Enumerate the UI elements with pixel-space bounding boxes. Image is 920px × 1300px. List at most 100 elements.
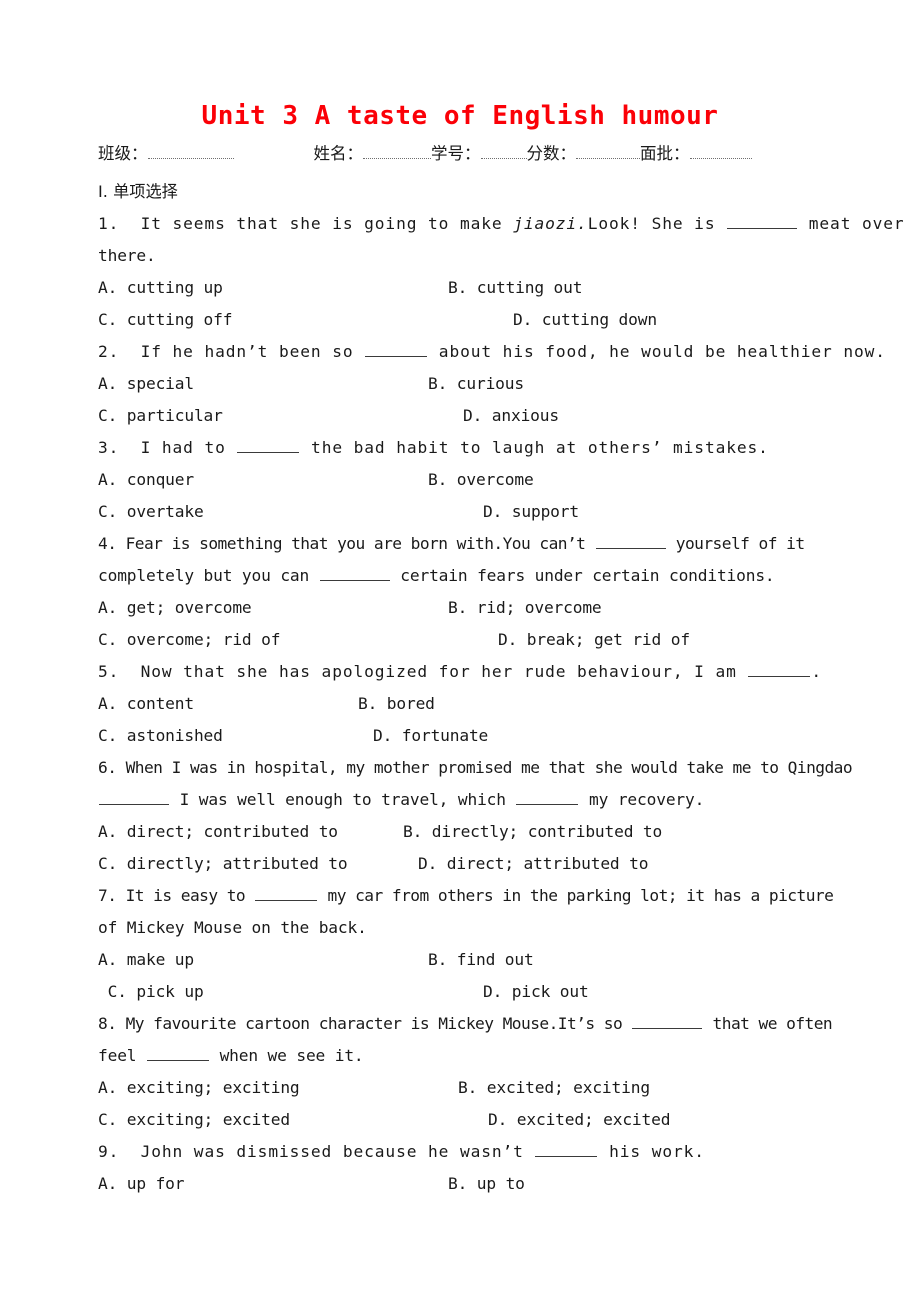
q8-option-b[interactable]: B. excited; exciting [458,1078,650,1097]
q3-option-b[interactable]: B. overcome [428,470,534,489]
q2-stem-pre: 2. If he hadn’t been so [98,342,365,361]
question-6-stem-line-1: 6. When I was in hospital, my mother pro… [98,758,853,777]
student-number-field-blank[interactable] [480,143,527,159]
student-number-field-label: 学号： [431,144,481,163]
class-field-blank[interactable] [147,143,234,159]
q8-answer-blank-1[interactable] [632,1015,703,1029]
q1-stem-part-1: 1. It seems that she is going to make [98,214,514,233]
q6-stem-l2-post: my recovery. [579,790,705,809]
question-7-options-ab: A. make up B. find out [98,944,888,976]
q3-stem-pre: 3. I had to [98,438,237,457]
score-field-label: 分数： [526,144,577,163]
q5-answer-blank[interactable] [748,663,811,677]
q4-answer-blank-1[interactable] [595,535,666,549]
question-5-options-ab: A. content B. bored [98,688,888,720]
q2-answer-blank[interactable] [365,343,428,357]
q5-stem-pre: 5. Now that she has apologized for her r… [98,662,748,681]
question-1-stem-line-2: there. [98,246,156,265]
q4-stem-l2-pre: completely but you can [98,566,319,585]
q5-option-d[interactable]: D. fortunate [373,726,488,745]
q5-option-b[interactable]: B. bored [358,694,435,713]
question-6-stem-line-2: I was well enough to travel, which my re… [98,784,888,816]
name-field-label: 姓名： [313,144,364,163]
q7-answer-blank[interactable] [255,887,318,901]
section-heading: Ⅰ. 单项选择 [98,182,178,201]
name-field[interactable]: 姓名： [313,139,431,169]
question-7-stem-line-1: 7. It is easy to my car from others in t… [98,880,888,912]
question-4-stem-line-2: completely but you can certain fears und… [98,560,888,592]
face-review-field-blank[interactable] [689,143,752,159]
q3-option-d[interactable]: D. support [483,502,579,521]
q4-stem-l1-post: yourself of it [666,534,805,553]
q9-answer-blank[interactable] [535,1143,598,1157]
q2-option-d[interactable]: D. anxious [463,406,559,425]
q7-option-a[interactable]: A. make up [98,944,428,976]
q5-option-a[interactable]: A. content [98,688,358,720]
q3-answer-blank[interactable] [237,439,300,453]
q5-stem-post: . [811,662,823,681]
q3-stem-post: the bad habit to laugh at others’ mistak… [300,438,769,457]
class-field[interactable]: 班级： [98,139,234,169]
q6-stem-l2-mid: I was well enough to travel, which [170,790,516,809]
q9-stem-pre: 9. John was dismissed because he wasn’t [98,1142,535,1161]
q9-stem-post: his work. [598,1142,705,1161]
q3-option-c[interactable]: C. overtake [98,496,483,528]
q9-option-a[interactable]: A. up for [98,1168,448,1200]
score-field[interactable]: 分数： [526,139,640,169]
q4-option-a[interactable]: A. get; overcome [98,592,448,624]
q4-option-d[interactable]: D. break; get rid of [498,630,690,649]
worksheet-body: Ⅰ. 单项选择 1. It seems that she is going to… [98,176,904,1200]
q8-stem-l1-pre: 8. My favourite cartoon character is Mic… [98,1014,632,1033]
q6-answer-blank-2[interactable] [516,791,579,805]
question-1-options-cd: C. cutting off D. cutting down [98,304,888,336]
q4-option-b[interactable]: B. rid; overcome [448,598,602,617]
q1-answer-blank[interactable] [727,215,798,229]
q2-option-b[interactable]: B. curious [428,374,524,393]
q5-option-c[interactable]: C. astonished [98,720,373,752]
q4-answer-blank-2[interactable] [319,567,390,581]
face-review-field-label: 面批： [640,144,690,163]
q4-stem-l2-post: certain fears under certain conditions. [390,566,775,585]
question-7-options-cd: C. pick up D. pick out [98,976,888,1008]
q8-option-a[interactable]: A. exciting; exciting [98,1072,458,1104]
q2-option-a[interactable]: A. special [98,368,428,400]
q7-option-b[interactable]: B. find out [428,950,534,969]
q9-option-b[interactable]: B. up to [448,1174,525,1193]
question-8-stem-line-1: 8. My favourite cartoon character is Mic… [98,1008,888,1040]
question-7-stem-line-2: of Mickey Mouse on the back. [98,918,367,937]
score-field-blank[interactable] [576,143,640,159]
question-1-options-ab: A. cutting up B. cutting out [98,272,888,304]
q1-option-c[interactable]: C. cutting off [98,304,513,336]
q1-option-b[interactable]: B. cutting out [448,278,582,297]
q8-answer-blank-2[interactable] [146,1047,209,1061]
q2-option-c[interactable]: C. particular [98,400,463,432]
worksheet-page: Unit 3 A taste of English humour 班级： 姓名： 学… [0,0,920,1300]
question-6-options-ab: A. direct; contributed to B. directly; co… [98,816,888,848]
student-info-line: 班级： 姓名： 学号： 分数： 面批： [98,139,860,169]
q7-stem-l1-post: my car from others in the parking lot; i… [318,886,834,905]
q1-option-d[interactable]: D. cutting down [513,310,657,329]
q8-option-c[interactable]: C. exciting; excited [98,1104,488,1136]
q6-answer-blank-1[interactable] [99,791,169,805]
q1-stem-part-2: Look! She is [587,214,727,233]
q1-option-a[interactable]: A. cutting up [98,272,448,304]
student-number-field[interactable]: 学号： [431,139,527,169]
question-2-stem: 2. If he hadn’t been so about his food, … [98,336,888,368]
q7-option-c[interactable]: C. pick up [98,976,483,1008]
question-4-options-cd: C. overcome; rid of D. break; get rid of [98,624,888,656]
question-3-options-ab: A. conquer B. overcome [98,464,888,496]
q6-option-b[interactable]: B. directly; contributed to [403,822,662,841]
q8-option-d[interactable]: D. excited; excited [488,1110,670,1129]
question-4-stem-line-1: 4. Fear is something that you are born w… [98,528,888,560]
q6-option-d[interactable]: D. direct; attributed to [418,854,648,873]
name-field-blank[interactable] [363,143,431,159]
q3-option-a[interactable]: A. conquer [98,464,428,496]
q6-option-c[interactable]: C. directly; attributed to [98,848,418,880]
question-5-stem: 5. Now that she has apologized for her r… [98,656,888,688]
q6-option-a[interactable]: A. direct; contributed to [98,816,403,848]
q4-option-c[interactable]: C. overcome; rid of [98,624,498,656]
face-review-field[interactable]: 面批： [640,139,752,169]
q7-option-d[interactable]: D. pick out [483,982,589,1001]
question-8-options-ab: A. exciting; exciting B. excited; excitin… [98,1072,888,1104]
question-4-options-ab: A. get; overcome B. rid; overcome [98,592,888,624]
